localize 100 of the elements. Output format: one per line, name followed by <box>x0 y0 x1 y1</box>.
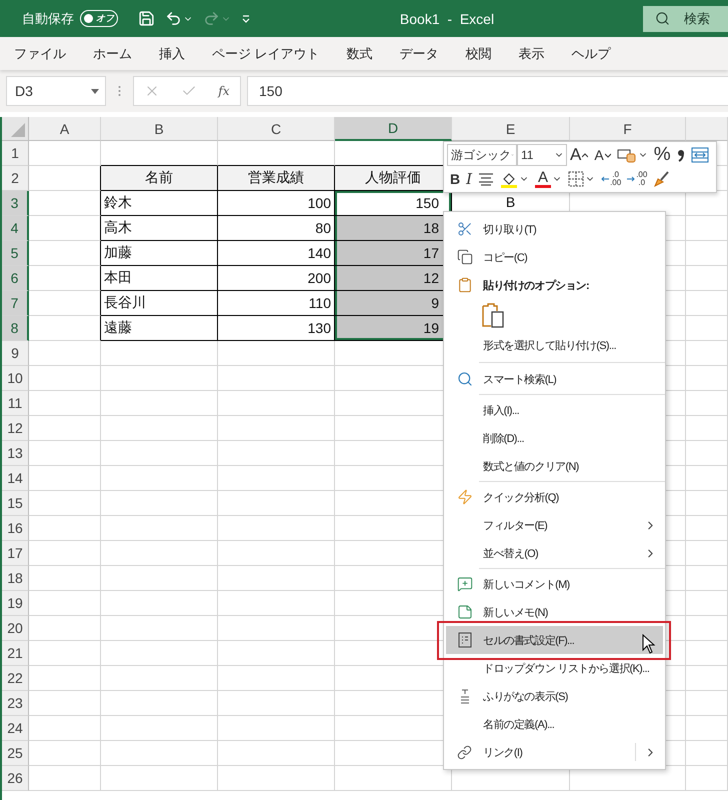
column-header[interactable]: B <box>101 117 218 141</box>
grid-cell <box>686 466 728 491</box>
table-cell: 200 <box>218 266 335 291</box>
row-header[interactable]: 9 <box>2 341 29 366</box>
menu-item[interactable]: クイック分析(Q) <box>446 483 663 511</box>
column-header[interactable]: C <box>218 117 335 141</box>
row-header[interactable]: 19 <box>2 591 29 616</box>
percent-button[interactable]: % <box>650 144 674 166</box>
ribbon-tab[interactable]: ページ レイアウト <box>200 38 332 68</box>
row-header[interactable]: 6 <box>2 266 29 291</box>
grid-cell <box>686 216 728 241</box>
currency-icon <box>616 147 637 163</box>
down-caret-icon <box>604 152 611 158</box>
row-header[interactable]: 7 <box>2 291 29 316</box>
menu-item[interactable]: 並べ替え(O) <box>446 539 663 567</box>
row-header[interactable]: 25 <box>2 741 29 766</box>
column-header[interactable]: A <box>29 117 101 141</box>
autosave-toggle[interactable]: オフ <box>80 10 118 27</box>
menu-item[interactable]: 挿入(I)... <box>446 396 663 424</box>
row-header[interactable]: 16 <box>2 516 29 541</box>
column-header[interactable]: D <box>335 117 452 141</box>
row-header[interactable]: 15 <box>2 491 29 516</box>
menu-item[interactable]: 新しいコメント(M) <box>446 570 663 598</box>
ribbon-tab[interactable]: ヘルプ <box>560 38 623 68</box>
row-header[interactable]: 11 <box>2 391 29 416</box>
undo-icon <box>165 10 182 27</box>
grid-cell <box>686 566 728 591</box>
font-size-field[interactable]: 11 <box>517 144 567 166</box>
ribbon-tab[interactable]: ホーム <box>81 38 144 68</box>
row-header[interactable]: 24 <box>2 716 29 741</box>
row-header[interactable]: 13 <box>2 441 29 466</box>
row-header[interactable]: 5 <box>2 241 29 266</box>
paste-button[interactable] <box>481 302 505 328</box>
font-color-button[interactable]: A <box>532 168 566 190</box>
row-header[interactable]: 12 <box>2 416 29 441</box>
row-header[interactable]: 14 <box>2 466 29 491</box>
format-cells-icon <box>458 632 472 648</box>
row-header[interactable]: 1 <box>2 141 29 166</box>
row-header[interactable]: 21 <box>2 641 29 666</box>
name-box[interactable]: D3 <box>6 76 106 106</box>
right-arrow-icon <box>627 175 636 183</box>
ribbon-tab[interactable]: 挿入 <box>147 38 197 68</box>
shrink-font-button[interactable]: A <box>591 144 614 166</box>
clipboard-icon <box>456 277 472 293</box>
menu-item[interactable]: 名前の定義(A)... <box>446 710 663 738</box>
ribbon-tab[interactable]: 数式 <box>334 38 385 68</box>
menu-item[interactable]: 数式と値のクリア(N) <box>446 452 663 480</box>
menu-item[interactable]: 削除(D)... <box>446 424 663 452</box>
row-header[interactable]: 23 <box>2 691 29 716</box>
row-header[interactable]: 3 <box>2 191 29 216</box>
row-header[interactable]: 18 <box>2 566 29 591</box>
up-caret-icon <box>582 152 588 158</box>
insert-function-button[interactable]: fx <box>218 84 230 98</box>
search-icon <box>456 371 472 387</box>
row-header[interactable]: 26 <box>2 766 29 791</box>
menu-item[interactable]: リンク(I) <box>446 738 663 766</box>
grid-cell <box>686 741 728 766</box>
menu-item[interactable]: フィルター(E) <box>446 511 663 539</box>
grid-cell <box>686 766 728 791</box>
table-cell: 80 <box>218 216 335 241</box>
row-header[interactable]: 17 <box>2 541 29 566</box>
grow-font-button[interactable]: A <box>567 144 592 166</box>
ribbon-tab[interactable]: 校閲 <box>454 38 504 68</box>
customize-button[interactable] <box>241 14 251 24</box>
row-header[interactable]: 4 <box>2 216 29 241</box>
row-header[interactable]: 22 <box>2 666 29 691</box>
row-header[interactable]: 20 <box>2 616 29 641</box>
row-header[interactable]: 8 <box>2 316 29 341</box>
comment-plus-icon <box>456 576 472 592</box>
undo-button[interactable] <box>165 10 193 27</box>
grid-cell <box>686 691 728 716</box>
table-cell: 100 <box>218 191 335 216</box>
menu-item[interactable]: 新しいメモ(N) <box>446 598 663 626</box>
search-icon <box>655 11 670 26</box>
ribbon-tab[interactable]: データ <box>388 38 451 68</box>
row-header[interactable]: 2 <box>2 166 29 191</box>
italic-button[interactable]: I <box>463 168 476 190</box>
column-header[interactable]: E <box>452 117 570 141</box>
menu-item[interactable]: スマート検索(L) <box>446 365 663 393</box>
search-field[interactable]: 検索 <box>643 6 728 32</box>
grid-cell <box>29 741 101 766</box>
menu-item[interactable]: ふりがなの表示(S) <box>446 682 663 710</box>
table-cell: 本田 <box>101 266 218 291</box>
ribbon-tab[interactable]: 表示 <box>506 38 557 68</box>
column-header[interactable]: F <box>570 117 686 141</box>
ribbon-tab[interactable]: ファイル <box>2 38 78 68</box>
row-header[interactable]: 10 <box>2 366 29 391</box>
grid-cell <box>29 416 101 441</box>
increase-decimal-button[interactable]: .0 .00 <box>598 168 624 190</box>
menu-item[interactable]: セルの書式設定(F)... <box>446 626 663 654</box>
formula-field[interactable]: 150 <box>247 76 728 106</box>
redo-icon <box>203 10 220 27</box>
font-field[interactable]: 游ゴシック <box>447 144 517 166</box>
borders-icon <box>568 171 584 187</box>
table-cell: 150 <box>335 191 452 216</box>
menu-section-title: 貼り付けのオプション: <box>483 278 590 292</box>
grid-cell <box>29 516 101 541</box>
decrease-decimal-button[interactable]: .00 .0 <box>624 168 650 190</box>
menu-item[interactable]: ドロップダウン リストから選択(K)... <box>446 654 663 682</box>
save-button[interactable] <box>138 10 155 27</box>
